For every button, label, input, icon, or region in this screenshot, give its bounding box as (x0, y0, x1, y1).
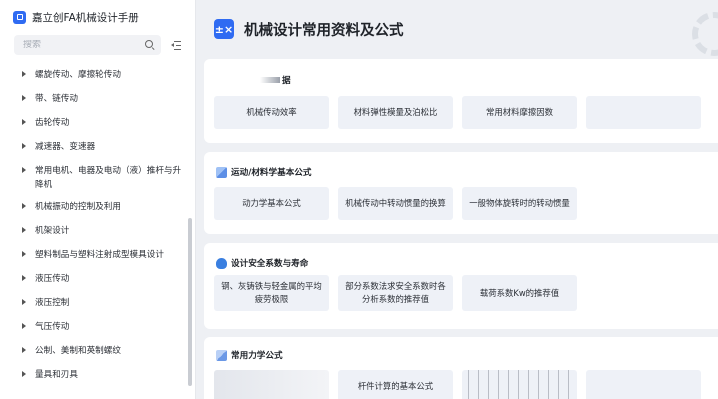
tile[interactable]: 部分系数法求安全系数时各分析系数的推荐值 (338, 275, 453, 311)
section-card: 运动/材料学基本公式 动力学基本公式 机械传动中转动惯量的换算 一般物体旋转时的… (204, 152, 718, 234)
tile[interactable] (214, 370, 329, 399)
tile[interactable] (462, 370, 577, 399)
tile[interactable]: 机械传动效率 (214, 96, 329, 129)
caret-right-icon (22, 203, 26, 209)
tile[interactable]: 机械传动中转动惯量的换算 (338, 187, 453, 220)
search-box[interactable] (14, 35, 161, 55)
search-icon[interactable] (145, 40, 155, 50)
brand[interactable]: 嘉立创FA机械设计手册 (0, 0, 195, 34)
tile[interactable] (586, 370, 701, 399)
tile[interactable]: 载荷系数Kw的推荐值 (462, 275, 577, 311)
search-row (0, 34, 195, 56)
tile[interactable]: 杆件计算的基本公式 (338, 370, 453, 399)
section-title-fade (260, 77, 280, 83)
sidebar-item[interactable]: 齿轮传动 (0, 113, 195, 137)
sidebar-item[interactable]: 机架设计 (0, 221, 195, 245)
sidebar-item-label: 机械振动的控制及利用 (35, 202, 121, 212)
section-card: 据 机械传动效率 材料弹性模量及泊松比 常用材料摩擦因数 (204, 59, 718, 143)
search-input[interactable] (23, 40, 145, 50)
shield-icon (216, 257, 227, 269)
sidebar-item-label: 常用电机、电器及电动（液）推杆与升降机 (35, 166, 182, 190)
cube-icon (216, 349, 227, 361)
sidebar-item[interactable]: 液压传动 (0, 269, 195, 293)
sidebar-item[interactable]: 机械振动的控制及利用 (0, 197, 195, 221)
sidebar-item[interactable]: 液压控制 (0, 293, 195, 317)
section-title: 据 (260, 73, 291, 87)
tile[interactable] (586, 96, 701, 129)
tile-row: 钢、灰铸铁与轻金属的平均疲劳极限 部分系数法求安全系数时各分析系数的推荐值 载荷… (214, 275, 577, 311)
tile[interactable]: 一般物体旋转时的转动惯量 (462, 187, 577, 220)
caret-right-icon (22, 71, 26, 77)
sidebar-item-label: 液压控制 (35, 298, 70, 308)
section-title-text: 常用力学公式 (231, 351, 283, 361)
sidebar-item[interactable]: 螺旋传动、摩擦轮传动 (0, 65, 195, 89)
caret-right-icon (22, 275, 26, 281)
tile[interactable]: 动力学基本公式 (214, 187, 329, 220)
page-title: 机械设计常用资料及公式 (244, 22, 404, 39)
sidebar-item-label: 量具和刃具 (35, 370, 78, 380)
tile[interactable]: 钢、灰铸铁与轻金属的平均疲劳极限 (214, 275, 329, 311)
section-title: 运动/材料学基本公式 (216, 165, 311, 179)
sidebar-item[interactable]: 气压传动 (0, 317, 195, 341)
sidebar: 嘉立创FA机械设计手册 螺旋传动、摩擦轮传动 带、链传动 齿轮传动 减速器、变速… (0, 0, 196, 399)
tile-row: 动力学基本公式 机械传动中转动惯量的换算 一般物体旋转时的转动惯量 (214, 187, 577, 220)
section-title-text: 据 (282, 76, 291, 86)
sidebar-item-label: 塑料制品与塑料注射成型模具设计 (35, 250, 164, 260)
sidebar-item-label: 公制、美制和英制螺纹 (35, 346, 121, 356)
tile[interactable]: 材料弹性模量及泊松比 (338, 96, 453, 129)
caret-right-icon (22, 227, 26, 233)
caret-right-icon (22, 299, 26, 305)
sidebar-item-label: 带、链传动 (35, 94, 78, 104)
section-title: 设计安全系数与寿命 (216, 256, 308, 270)
sidebar-item-label: 齿轮传动 (35, 118, 70, 128)
sidebar-item[interactable]: 量具和刃具 (0, 365, 195, 389)
sidebar-scrollbar[interactable] (188, 218, 192, 386)
sidebar-item[interactable]: 塑料制品与塑料注射成型模具设计 (0, 245, 195, 269)
sidebar-item-label: 螺旋传动、摩擦轮传动 (35, 70, 121, 80)
sidebar-item[interactable]: 带、链传动 (0, 89, 195, 113)
app-logo-icon (13, 10, 26, 24)
sidebar-item[interactable]: 常用电机、电器及电动（液）推杆与升降机 (0, 161, 195, 197)
caret-right-icon (22, 323, 26, 329)
sidebar-item-label: 液压传动 (35, 274, 70, 284)
app-title: 嘉立创FA机械设计手册 (32, 11, 139, 24)
collapse-sidebar-icon[interactable] (171, 40, 181, 50)
sidebar-item-label: 减速器、变速器 (35, 142, 96, 152)
section-title-text: 设计安全系数与寿命 (231, 259, 309, 269)
section-title-text: 运动/材料学基本公式 (231, 168, 312, 178)
cube-icon (216, 166, 227, 178)
sidebar-item-label: 机架设计 (35, 226, 70, 236)
caret-right-icon (22, 371, 26, 377)
sidebar-item-label: 气压传动 (35, 322, 70, 332)
sidebar-nav: 螺旋传动、摩擦轮传动 带、链传动 齿轮传动 减速器、变速器 常用电机、电器及电动… (0, 65, 195, 389)
section-card: 设计安全系数与寿命 钢、灰铸铁与轻金属的平均疲劳极限 部分系数法求安全系数时各分… (204, 243, 718, 329)
caret-right-icon (22, 251, 26, 257)
section-title: 常用力学公式 (216, 348, 283, 362)
sidebar-item[interactable]: 减速器、变速器 (0, 137, 195, 161)
caret-right-icon (22, 119, 26, 125)
tile-row: 杆件计算的基本公式 (214, 370, 701, 399)
caret-right-icon (22, 95, 26, 101)
caret-right-icon (22, 143, 26, 149)
sidebar-item[interactable]: 公制、美制和英制螺纹 (0, 341, 195, 365)
page-header: ±× 机械设计常用资料及公式 (196, 0, 718, 58)
tile[interactable]: 常用材料摩擦因数 (462, 96, 577, 129)
formula-icon: ±× (214, 19, 234, 39)
gear-icon (692, 12, 718, 56)
caret-right-icon (22, 347, 26, 353)
main-content: ±× 机械设计常用资料及公式 据 机械传动效率 材料弹性模量及泊松比 常用材料摩… (196, 0, 718, 399)
section-card: 常用力学公式 杆件计算的基本公式 (204, 337, 718, 399)
tile-row: 机械传动效率 材料弹性模量及泊松比 常用材料摩擦因数 (214, 96, 701, 129)
caret-right-icon (22, 167, 26, 173)
